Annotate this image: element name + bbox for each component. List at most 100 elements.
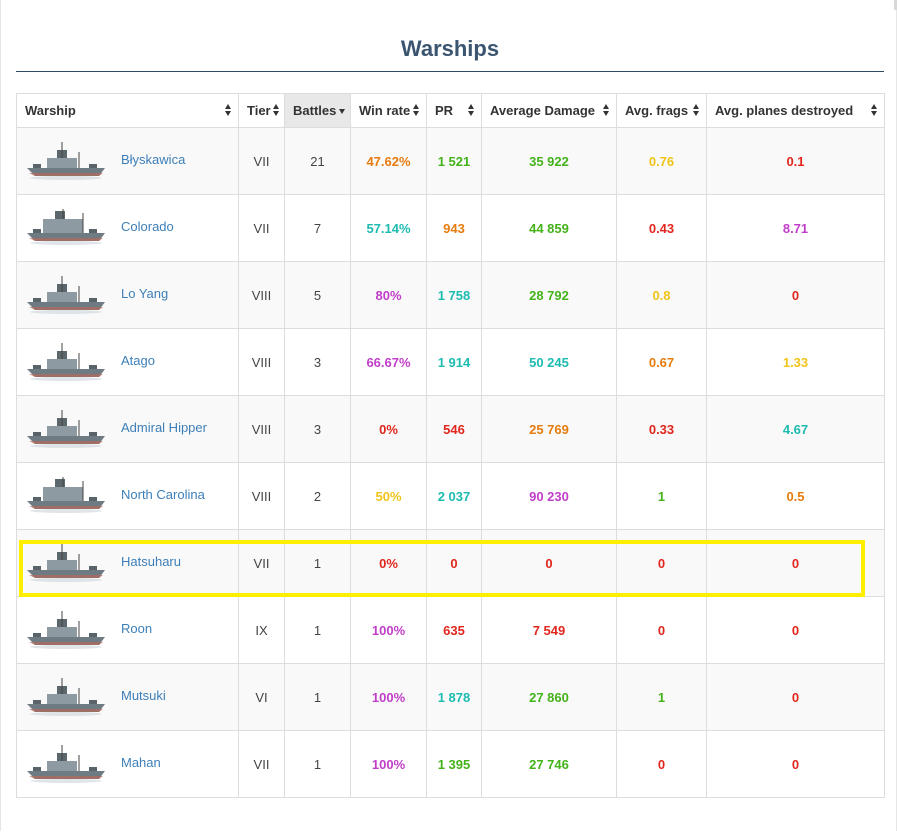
average-damage-cell: 44 859 [481, 194, 617, 262]
warships-table: Warship Tier Battles Win rate PR Average… [16, 93, 885, 798]
table-row: North Carolina VIII 2 50% 2 037 90 230 1… [16, 462, 885, 530]
column-label: Tier [247, 103, 271, 118]
average-damage-cell: 90 230 [481, 462, 617, 530]
warship-cell: North Carolina [16, 462, 239, 530]
column-label: Avg. frags [625, 103, 689, 118]
avg-planes-destroyed-cell: 0 [706, 529, 885, 597]
warship-link[interactable]: Lo Yang [121, 286, 168, 301]
tier-cell: VII [238, 194, 285, 262]
cruiser-icon [25, 611, 107, 649]
battles-cell: 21 [284, 127, 351, 195]
warship-cell: Atago [16, 328, 239, 396]
avg-frags-cell: 0.76 [616, 127, 707, 195]
sort-icon [413, 104, 420, 117]
column-header-pr[interactable]: PR [426, 93, 482, 128]
pr-cell: 2 037 [426, 462, 482, 530]
pr-cell: 1 878 [426, 663, 482, 731]
column-label: Warship [25, 103, 76, 118]
column-header-avg-planes-destroyed[interactable]: Avg. planes destroyed [706, 93, 885, 128]
win-rate-cell: 0% [350, 395, 427, 463]
sort-icon [603, 104, 610, 117]
warship-link[interactable]: Colorado [121, 219, 174, 234]
avg-planes-destroyed-cell: 0 [706, 663, 885, 731]
avg-frags-cell: 0.33 [616, 395, 707, 463]
average-damage-cell: 27 860 [481, 663, 617, 731]
battles-cell: 2 [284, 462, 351, 530]
warship-link[interactable]: Błyskawica [121, 152, 185, 167]
warship-cell: Mahan [16, 730, 239, 798]
warship-cell: Lo Yang [16, 261, 239, 329]
table-body: Błyskawica VII 21 47.62% 1 521 35 922 0.… [16, 127, 885, 798]
warship-link[interactable]: Mutsuki [121, 688, 166, 703]
battles-cell: 5 [284, 261, 351, 329]
avg-planes-destroyed-cell: 0 [706, 730, 885, 798]
average-damage-cell: 27 746 [481, 730, 617, 798]
warship-link[interactable]: Mahan [121, 755, 161, 770]
warship-link[interactable]: North Carolina [121, 487, 205, 502]
win-rate-cell: 50% [350, 462, 427, 530]
tier-cell: VI [238, 663, 285, 731]
avg-frags-cell: 0.67 [616, 328, 707, 396]
warship-link[interactable]: Atago [121, 353, 155, 368]
sort-descending-icon [339, 109, 346, 114]
column-label: Average Damage [490, 103, 596, 118]
avg-frags-cell: 0 [616, 596, 707, 664]
battleship-icon [25, 471, 107, 515]
warship-link[interactable]: Roon [121, 621, 152, 636]
sort-icon [693, 104, 700, 117]
avg-frags-cell: 1 [616, 663, 707, 731]
win-rate-cell: 0% [350, 529, 427, 597]
table-row: Mahan VII 1 100% 1 395 27 746 0 0 [16, 730, 885, 798]
tier-cell: VIII [238, 261, 285, 329]
avg-planes-destroyed-cell: 0 [706, 261, 885, 329]
column-header-avg-frags[interactable]: Avg. frags [616, 93, 707, 128]
avg-frags-cell: 0 [616, 529, 707, 597]
tier-cell: VIII [238, 328, 285, 396]
table-row: Atago VIII 3 66.67% 1 914 50 245 0.67 1.… [16, 328, 885, 396]
sort-icon [225, 104, 232, 117]
avg-frags-cell: 0.43 [616, 194, 707, 262]
destroyer-icon [25, 745, 107, 783]
pr-cell: 1 758 [426, 261, 482, 329]
win-rate-cell: 47.62% [350, 127, 427, 195]
pr-cell: 546 [426, 395, 482, 463]
destroyer-icon [25, 142, 107, 180]
title-divider [16, 71, 884, 72]
warship-cell: Hatsuharu [16, 529, 239, 597]
avg-frags-cell: 0.8 [616, 261, 707, 329]
avg-planes-destroyed-cell: 0.1 [706, 127, 885, 195]
pr-cell: 1 395 [426, 730, 482, 798]
tier-cell: VII [238, 529, 285, 597]
battleship-icon [25, 203, 107, 247]
battles-cell: 1 [284, 529, 351, 597]
warship-link[interactable]: Hatsuharu [121, 554, 181, 569]
win-rate-cell: 100% [350, 663, 427, 731]
average-damage-cell: 50 245 [481, 328, 617, 396]
column-header-average-damage[interactable]: Average Damage [481, 93, 617, 128]
tier-cell: VIII [238, 462, 285, 530]
avg-frags-cell: 1 [616, 462, 707, 530]
table-row: Błyskawica VII 21 47.62% 1 521 35 922 0.… [16, 127, 885, 195]
warship-cell: Błyskawica [16, 127, 239, 195]
average-damage-cell: 25 769 [481, 395, 617, 463]
column-label: PR [435, 103, 454, 118]
tier-cell: IX [238, 596, 285, 664]
avg-planes-destroyed-cell: 0 [706, 596, 885, 664]
tier-cell: VII [238, 127, 285, 195]
warship-cell: Colorado [16, 194, 239, 262]
page-title: Warships [400, 36, 500, 61]
table-row: Roon IX 1 100% 635 7 549 0 0 [16, 596, 885, 664]
battles-cell: 7 [284, 194, 351, 262]
pr-cell: 0 [426, 529, 482, 597]
warship-link[interactable]: Admiral Hipper [121, 420, 207, 435]
table-header-row: Warship Tier Battles Win rate PR Average… [16, 93, 885, 128]
cruiser-icon [25, 343, 107, 381]
warship-cell: Roon [16, 596, 239, 664]
column-header-warship[interactable]: Warship [16, 93, 239, 128]
column-label: Win rate [359, 103, 411, 118]
column-header-win-rate[interactable]: Win rate [350, 93, 427, 128]
column-header-tier[interactable]: Tier [238, 93, 285, 128]
win-rate-cell: 57.14% [350, 194, 427, 262]
table-row: Admiral Hipper VIII 3 0% 546 25 769 0.33… [16, 395, 885, 463]
column-header-battles[interactable]: Battles [284, 93, 351, 128]
